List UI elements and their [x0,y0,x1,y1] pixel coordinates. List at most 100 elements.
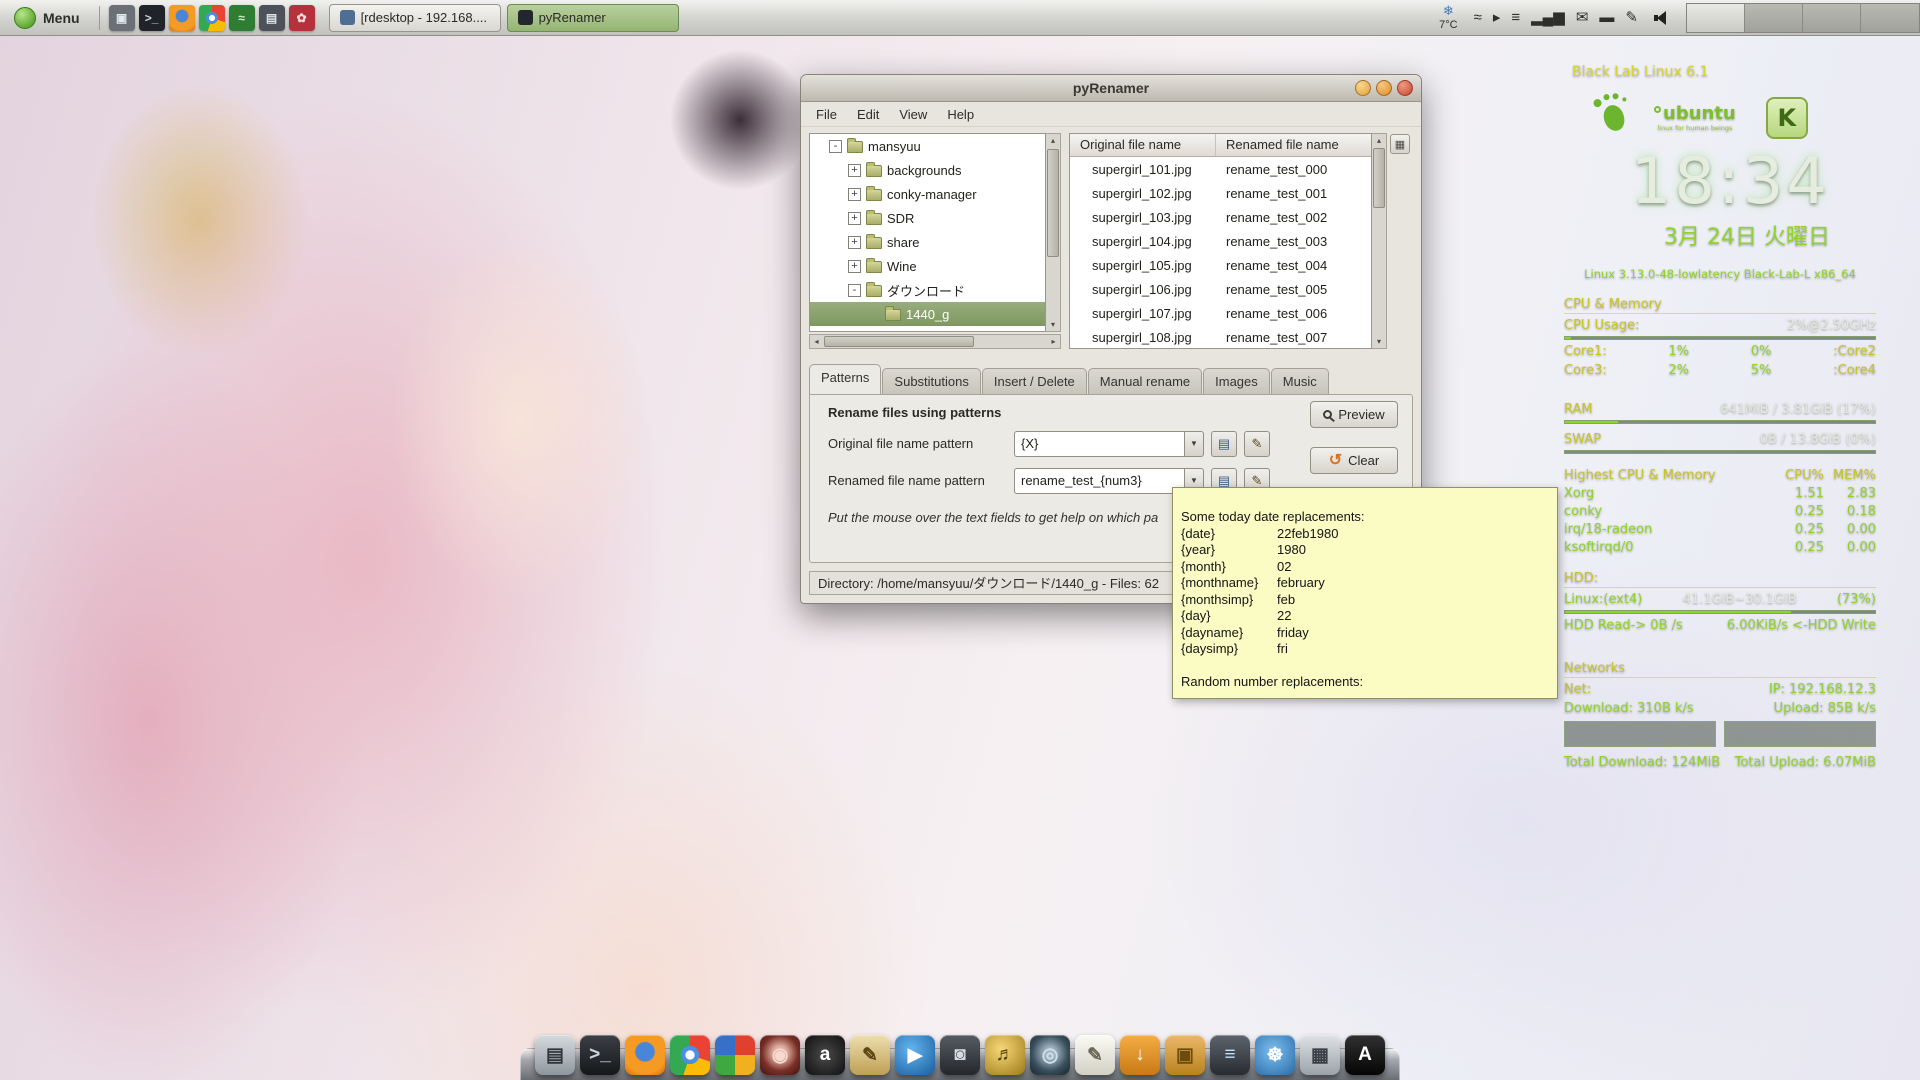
chrome-icon[interactable] [670,1035,710,1075]
table-row[interactable]: supergirl_108.jpg rename_test_007 [1070,325,1371,349]
table-row[interactable]: supergirl_103.jpg rename_test_002 [1070,205,1371,229]
tree-item-1440-g[interactable]: 1440_g [810,302,1045,326]
system-monitor-icon[interactable]: ≈ [229,5,255,31]
font-viewer-icon[interactable]: A [1345,1035,1385,1075]
file-manager-icon[interactable]: ▤ [535,1035,575,1075]
edit-pattern-button[interactable]: ✎ [1244,431,1270,457]
expander-icon[interactable]: + [848,236,861,249]
table-row[interactable]: supergirl_101.jpg rename_test_000 [1070,157,1371,181]
expander-icon[interactable]: + [848,188,861,201]
workspace-1[interactable] [1687,4,1745,32]
table-row[interactable]: supergirl_102.jpg rename_test_001 [1070,181,1371,205]
insert-pattern-button[interactable]: ▤ [1211,431,1237,457]
scrollbar-thumb[interactable] [1373,148,1385,208]
graphics-editor-icon[interactable] [715,1035,755,1075]
scroll-left-icon[interactable]: ◂ [810,335,823,348]
maximize-button[interactable] [1376,80,1392,96]
column-header-original[interactable]: Original file name [1070,134,1216,156]
menu-list-icon[interactable]: ≡ [1511,10,1520,25]
original-pattern-input[interactable]: {X} [1014,431,1184,457]
scrollbar-thumb[interactable] [1047,149,1059,257]
tree-vertical-scrollbar[interactable]: ▴ ▾ [1046,133,1061,332]
image-viewer-icon[interactable]: ◉ [760,1035,800,1075]
tree-item-wine[interactable]: + Wine [810,254,1045,278]
tree-item-backgrounds[interactable]: + backgrounds [810,158,1045,182]
ship-wheel-icon[interactable]: ☸ [1255,1035,1295,1075]
column-options-button[interactable]: ▦ [1390,134,1410,154]
menubar-help[interactable]: Help [938,104,983,125]
firefox-icon[interactable] [169,5,195,31]
tree-item-downloads[interactable]: - ダウンロード [810,278,1045,302]
downloads-icon[interactable]: ↓ [1120,1035,1160,1075]
clear-button[interactable]: ↺ Clear [1310,447,1398,474]
scroll-up-icon[interactable]: ▴ [1372,134,1386,147]
list-vertical-scrollbar[interactable]: ▴ ▾ [1372,133,1387,349]
chevron-down-icon[interactable]: ▼ [1184,431,1204,457]
amarok-icon[interactable]: ♬ [985,1035,1025,1075]
volume-icon[interactable] [1654,11,1670,25]
chart-icon[interactable]: ▂▄▆ [1531,10,1565,25]
package-icon[interactable]: ▣ [1165,1035,1205,1075]
scroll-up-icon[interactable]: ▴ [1046,134,1060,147]
app-grid-icon[interactable]: ▦ [1300,1035,1340,1075]
expander-icon[interactable]: - [848,284,861,297]
menu-button[interactable]: Menu [4,4,90,32]
edit-tool-icon[interactable]: ✎ [850,1035,890,1075]
taskbar-item-pyrenamer[interactable]: pyRenamer [507,4,679,32]
chrome-icon[interactable] [199,5,225,31]
table-row[interactable]: supergirl_106.jpg rename_test_005 [1070,277,1371,301]
screenshot-tool-icon[interactable]: ▣ [109,5,135,31]
pen-icon[interactable]: ✎ [1625,10,1638,25]
table-row[interactable]: supergirl_104.jpg rename_test_003 [1070,229,1371,253]
tab-music[interactable]: Music [1271,368,1329,394]
menubar-view[interactable]: View [890,104,936,125]
photo-lens-icon[interactable]: ◎ [1030,1035,1070,1075]
scroll-down-icon[interactable]: ▾ [1046,318,1060,331]
tab-images[interactable]: Images [1203,368,1270,394]
column-header-renamed[interactable]: Renamed file name [1216,134,1371,156]
expander-icon[interactable]: + [848,164,861,177]
terminal-icon[interactable]: >_ [139,5,165,31]
preview-button[interactable]: Preview [1310,401,1398,428]
expander-icon[interactable]: + [848,212,861,225]
minimize-button[interactable] [1355,80,1371,96]
eject-icon[interactable]: ▬ [1599,10,1614,25]
print-icon[interactable]: ▤ [259,5,285,31]
tab-substitutions[interactable]: Substitutions [882,368,980,394]
terminal-icon[interactable]: >_ [580,1035,620,1075]
video-player-icon[interactable]: ▶ [895,1035,935,1075]
tree-item-mansyuu[interactable]: - mansyuu [810,134,1045,158]
mail-icon[interactable]: ✉ [1576,10,1589,25]
text-editor-icon[interactable]: ✎ [1075,1035,1115,1075]
tree-item-share[interactable]: + share [810,230,1045,254]
tree-item-conky-manager[interactable]: + conky-manager [810,182,1045,206]
raspberry-icon[interactable]: ✿ [289,5,315,31]
tab-manual-rename[interactable]: Manual rename [1088,368,1202,394]
table-row[interactable]: supergirl_105.jpg rename_test_004 [1070,253,1371,277]
workspace-2[interactable] [1745,4,1803,32]
scroll-right-icon[interactable]: ▸ [1047,335,1060,348]
workspace-4[interactable] [1861,4,1919,32]
table-row[interactable]: supergirl_107.jpg rename_test_006 [1070,301,1371,325]
expander-icon[interactable]: - [829,140,842,153]
weather-applet[interactable]: ❄ 7°C [1439,4,1457,30]
tree-horizontal-scrollbar[interactable]: ◂ ▸ [809,334,1061,349]
renamed-pattern-input[interactable]: rename_test_{num3} [1014,468,1184,494]
expander-icon[interactable]: + [848,260,861,273]
firefox-icon[interactable] [625,1035,665,1075]
camera-icon[interactable]: ◙ [940,1035,980,1075]
equalizer-icon[interactable]: ≡ [1210,1035,1250,1075]
menubar-edit[interactable]: Edit [848,104,888,125]
play-indicator-icon[interactable]: ▸ [1493,10,1501,25]
pulse-monitor-icon[interactable]: ≈ [1474,10,1482,25]
tab-patterns[interactable]: Patterns [809,364,881,394]
scrollbar-thumb[interactable] [824,336,974,347]
amule-icon[interactable]: a [805,1035,845,1075]
taskbar-item-rdesktop[interactable]: [rdesktop - 192.168.... [329,4,501,32]
menubar-file[interactable]: File [807,104,846,125]
close-button[interactable] [1397,80,1413,96]
tree-item-sdr[interactable]: + SDR [810,206,1045,230]
scroll-down-icon[interactable]: ▾ [1372,335,1386,348]
window-titlebar[interactable]: pyRenamer [801,75,1421,102]
workspace-3[interactable] [1803,4,1861,32]
